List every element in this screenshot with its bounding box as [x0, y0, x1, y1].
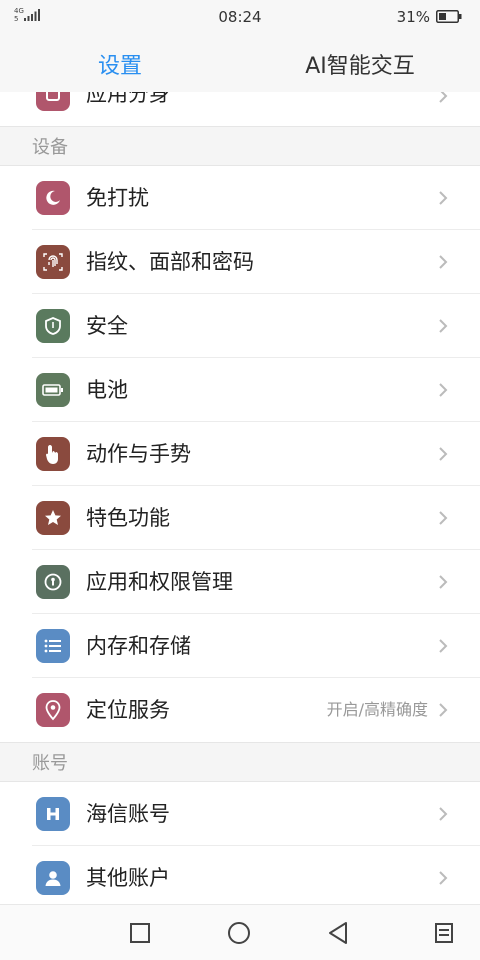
location-mode-value: 开启/高精确度	[326, 700, 428, 719]
list-item-label: 动作与手势	[86, 442, 191, 466]
tab-ai-interaction[interactable]: AI智能交互	[240, 34, 480, 92]
shield-icon	[36, 309, 70, 343]
chevron-right-icon	[439, 807, 448, 821]
list-item-do-not-disturb[interactable]: 免打扰	[0, 166, 480, 230]
settings-list[interactable]: 应用分身 设备 免打扰 指纹、面部和密码 安全 电池 动作与手势 特色功能 应用…	[0, 92, 480, 904]
list-item-label: 应用和权限管理	[86, 570, 233, 594]
list-item-label: 安全	[86, 314, 128, 338]
status-bar: 4G 5 08:24 31%	[0, 0, 480, 34]
star-icon	[36, 501, 70, 535]
chevron-right-icon	[439, 703, 448, 717]
list-item-label: 定位服务	[86, 698, 170, 722]
chevron-right-icon	[439, 511, 448, 525]
list-item-other-accounts[interactable]: 其他账户	[0, 846, 480, 904]
list-item-location-services[interactable]: 定位服务 开启/高精确度	[0, 678, 480, 742]
list-item-security[interactable]: 安全	[0, 294, 480, 358]
chevron-right-icon	[439, 447, 448, 461]
list-item-label: 其他账户	[86, 866, 170, 890]
permission-icon	[36, 565, 70, 599]
list-item-label: 免打扰	[86, 186, 149, 210]
chevron-right-icon	[439, 871, 448, 885]
list-item-app-clone[interactable]: 应用分身	[0, 92, 480, 126]
battery-status-icon	[436, 10, 462, 23]
list-item-battery[interactable]: 电池	[0, 358, 480, 422]
chevron-right-icon	[439, 575, 448, 589]
fingerprint-icon	[36, 245, 70, 279]
menu-icon[interactable]	[430, 919, 458, 947]
section-header-account: 账号	[0, 742, 480, 782]
person-icon	[36, 861, 70, 895]
back-icon[interactable]	[325, 919, 353, 947]
list-item-label: 应用分身	[86, 92, 170, 106]
chevron-right-icon	[439, 255, 448, 269]
chevron-right-icon	[439, 191, 448, 205]
list-item-featured-functions[interactable]: 特色功能	[0, 486, 480, 550]
app-clone-icon	[36, 92, 70, 111]
tab-settings[interactable]: 设置	[0, 34, 240, 92]
section-header-device: 设备	[0, 126, 480, 166]
list-item-memory-storage[interactable]: 内存和存储	[0, 614, 480, 678]
list-item-label: 海信账号	[86, 802, 170, 826]
home-icon[interactable]	[225, 919, 253, 947]
chevron-right-icon	[439, 383, 448, 397]
hand-gesture-icon	[36, 437, 70, 471]
navigation-bar	[0, 904, 480, 960]
list-item-hisense-account[interactable]: 海信账号	[0, 782, 480, 846]
battery-icon	[36, 373, 70, 407]
chevron-right-icon	[439, 319, 448, 333]
chevron-right-icon	[439, 92, 448, 103]
chevron-right-icon	[439, 639, 448, 653]
list-item-app-permissions[interactable]: 应用和权限管理	[0, 550, 480, 614]
moon-icon	[36, 181, 70, 215]
list-item-label: 内存和存储	[86, 634, 191, 658]
hisense-h-icon	[36, 797, 70, 831]
screen: 4G 5 08:24 31% 设置 AI智能交互 应用分身 设备 免打扰 指纹、…	[0, 0, 480, 960]
recent-apps-icon[interactable]	[126, 919, 154, 947]
list-item-motion-gestures[interactable]: 动作与手势	[0, 422, 480, 486]
list-item-label: 指纹、面部和密码	[86, 250, 254, 274]
list-item-label: 特色功能	[86, 506, 170, 530]
location-pin-icon	[36, 693, 70, 727]
tab-bar: 设置 AI智能交互	[0, 34, 480, 92]
list-item-label: 电池	[86, 378, 128, 402]
list-icon	[36, 629, 70, 663]
battery-percent: 31%	[396, 8, 430, 26]
list-item-fingerprint-face-password[interactable]: 指纹、面部和密码	[0, 230, 480, 294]
